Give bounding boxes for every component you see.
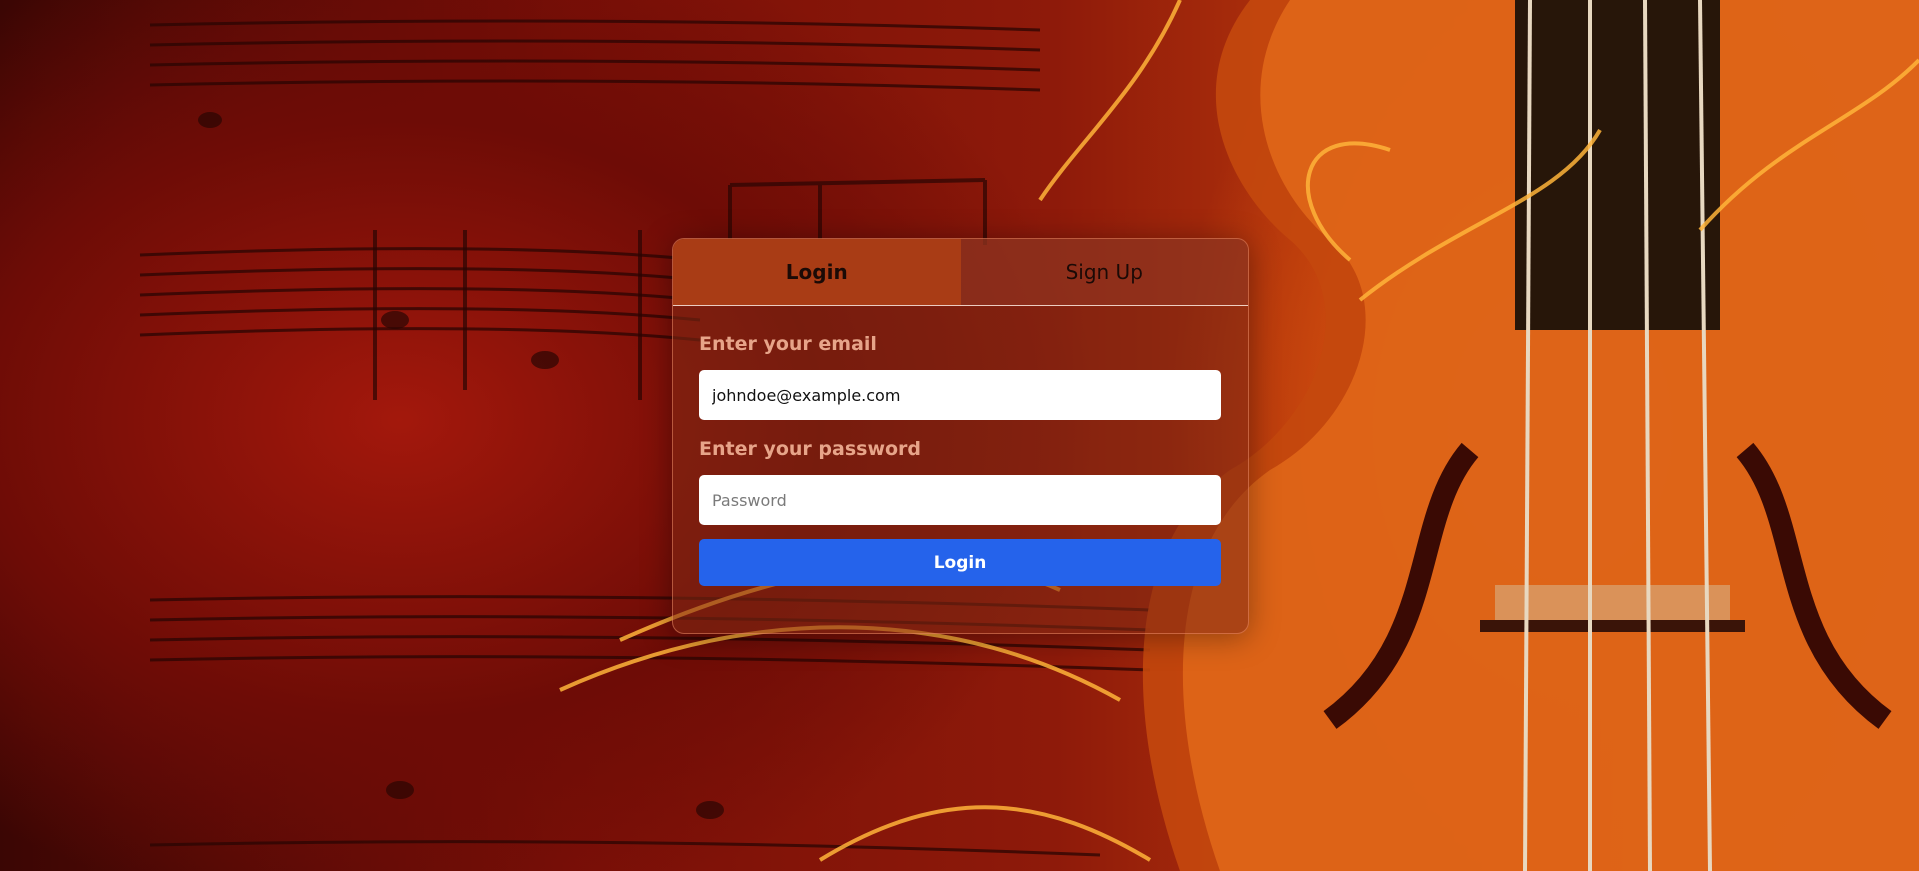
login-card: Login Sign Up Enter your email Enter you…: [672, 238, 1249, 634]
email-field[interactable]: [699, 370, 1221, 420]
password-field[interactable]: [699, 475, 1221, 525]
tab-sign-up[interactable]: Sign Up: [960, 239, 1248, 305]
email-label: Enter your email: [699, 333, 877, 355]
password-label: Enter your password: [699, 438, 922, 460]
tab-login[interactable]: Login: [673, 239, 961, 305]
login-form: Enter your email Enter your password Log…: [673, 331, 1248, 586]
login-button[interactable]: Login: [699, 539, 1221, 586]
auth-tabs: Login Sign Up: [673, 239, 1248, 306]
